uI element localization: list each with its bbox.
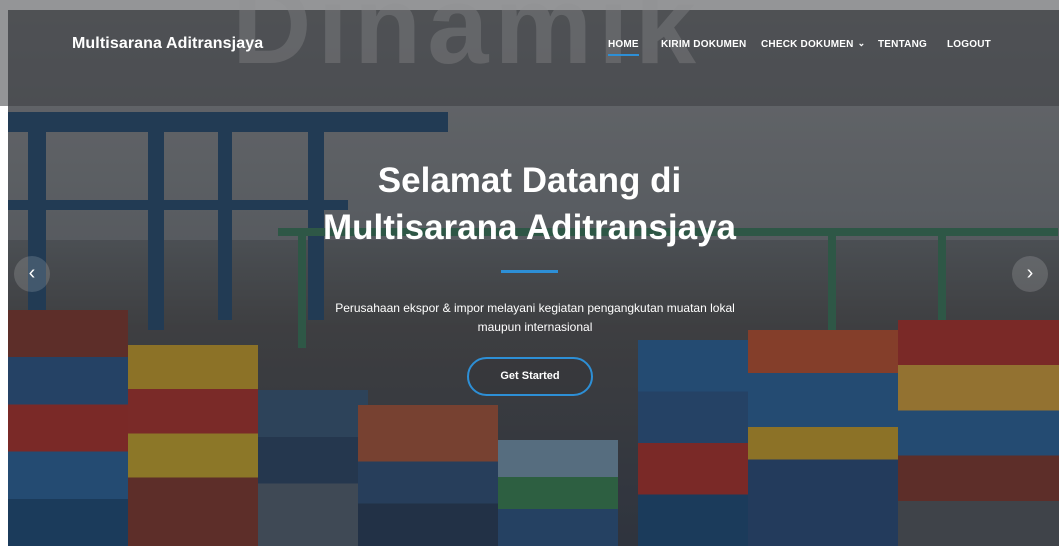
brand-logo[interactable]: Multisarana Aditransjaya	[72, 35, 263, 53]
hero-title-line1: Selamat Datang di	[377, 161, 682, 200]
nav-kirim-dokumen[interactable]: KIRIM DOKUMEN	[661, 39, 746, 50]
carousel-next-button[interactable]: ›	[1012, 256, 1048, 292]
nav-active-indicator	[608, 54, 639, 56]
nav-logout[interactable]: LOGOUT	[947, 39, 991, 50]
carousel-prev-button[interactable]: ‹	[14, 256, 50, 292]
hero-title-line2: Multisarana Aditransjaya	[322, 208, 736, 247]
get-started-button[interactable]: Get Started	[467, 357, 593, 396]
nav-home[interactable]: HOME	[608, 39, 639, 50]
hero-subtitle-line2: maupun internasional	[477, 320, 593, 334]
chevron-down-icon: ⌄	[857, 38, 866, 48]
chevron-left-icon: ‹	[28, 262, 36, 284]
nav-tentang[interactable]: TENTANG	[878, 39, 927, 50]
hero-subtitle-line1: Perusahaan ekspor & impor melayani kegia…	[335, 301, 735, 315]
nav-check-dokumen[interactable]: CHECK DOKUMEN ⌄	[761, 38, 866, 50]
chevron-right-icon: ›	[1026, 262, 1034, 284]
hero-accent-line	[501, 270, 558, 273]
navbar	[0, 0, 1059, 106]
nav-check-dokumen-label: CHECK DOKUMEN	[761, 39, 854, 50]
